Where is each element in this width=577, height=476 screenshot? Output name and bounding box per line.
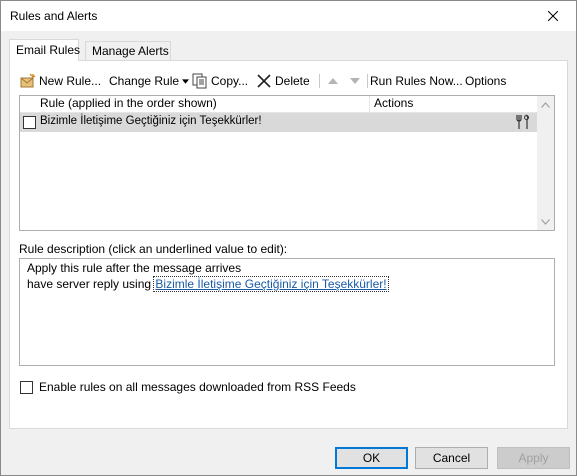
move-up-button[interactable] [327,72,339,90]
new-rule-label: New Rule... [39,74,102,88]
title-bar: Rules and Alerts [1,1,576,31]
chevron-down-icon [182,78,190,84]
scroll-down-button[interactable] [537,213,554,230]
rss-rules-label: Enable rules on all messages downloaded … [39,380,356,394]
tab-manage-alerts[interactable]: Manage Alerts [85,41,171,60]
description-line-2-text: have server reply using [27,277,155,291]
delete-label: Delete [275,74,310,88]
rules-list-header: Rule (applied in the order shown) Action… [20,96,538,113]
rule-description-box: Apply this rule after the message arrive… [19,258,555,366]
description-line-2: have server reply using Bizimle İletişim… [27,276,554,293]
tab-email-rules[interactable]: Email Rules [9,39,80,61]
close-button[interactable] [530,1,576,31]
rules-list-scrollbar[interactable] [537,96,554,230]
cancel-button[interactable]: Cancel [415,447,488,469]
rss-rules-option[interactable]: Enable rules on all messages downloaded … [19,379,356,395]
rule-description-label: Rule description (click an underlined va… [19,242,288,256]
column-header-rule[interactable]: Rule (applied in the order shown) [20,96,370,112]
options-button[interactable]: Options [465,72,506,90]
options-label: Options [465,74,507,88]
copy-icon [192,73,208,89]
copy-label: Copy... [211,74,249,88]
rule-name: Bizimle İletişime Geçtiğiniz için Teşekk… [40,115,262,127]
new-rule-icon [20,73,36,89]
rules-and-alerts-dialog: Rules and Alerts Email Rules Manage Aler… [0,0,577,476]
toolbar-separator [367,74,368,88]
run-rules-now-button[interactable]: Run Rules Now... [370,72,463,90]
template-link[interactable]: Bizimle İletişime Geçtiğiniz için Teşekk… [153,276,389,292]
close-icon [548,11,558,21]
apply-button[interactable]: Apply [497,447,570,469]
description-line-1: Apply this rule after the message arrive… [27,261,242,275]
toolbar-separator [319,74,320,88]
arrow-down-icon [350,78,360,84]
run-rules-now-label: Run Rules Now... [370,74,463,88]
copy-rule-button[interactable]: Copy... [192,72,248,90]
rule-enabled-checkbox[interactable] [23,116,36,129]
server-reply-icon [516,114,529,129]
window-title: Rules and Alerts [10,9,98,23]
change-rule-button[interactable]: Change Rule [109,72,190,90]
rules-list: Rule (applied in the order shown) Action… [19,95,555,231]
rule-row[interactable]: Bizimle İletişime Geçtiğiniz için Teşekk… [20,113,538,132]
change-rule-label: Change Rule [109,74,180,88]
ok-button[interactable]: OK [335,447,408,469]
rss-rules-checkbox[interactable] [20,380,33,394]
rules-toolbar: New Rule... Change Rule Copy... Delete R… [20,72,560,90]
delete-icon [256,73,272,89]
chevron-up-icon [541,101,550,108]
column-header-actions[interactable]: Actions [371,96,538,112]
new-rule-button[interactable]: New Rule... [20,72,101,90]
scroll-up-button[interactable] [537,96,554,113]
email-rules-panel: New Rule... Change Rule Copy... Delete R… [9,60,568,429]
arrow-up-icon [328,78,338,84]
move-down-button[interactable] [349,72,361,90]
chevron-down-icon [541,218,550,225]
delete-rule-button[interactable]: Delete [256,72,310,90]
